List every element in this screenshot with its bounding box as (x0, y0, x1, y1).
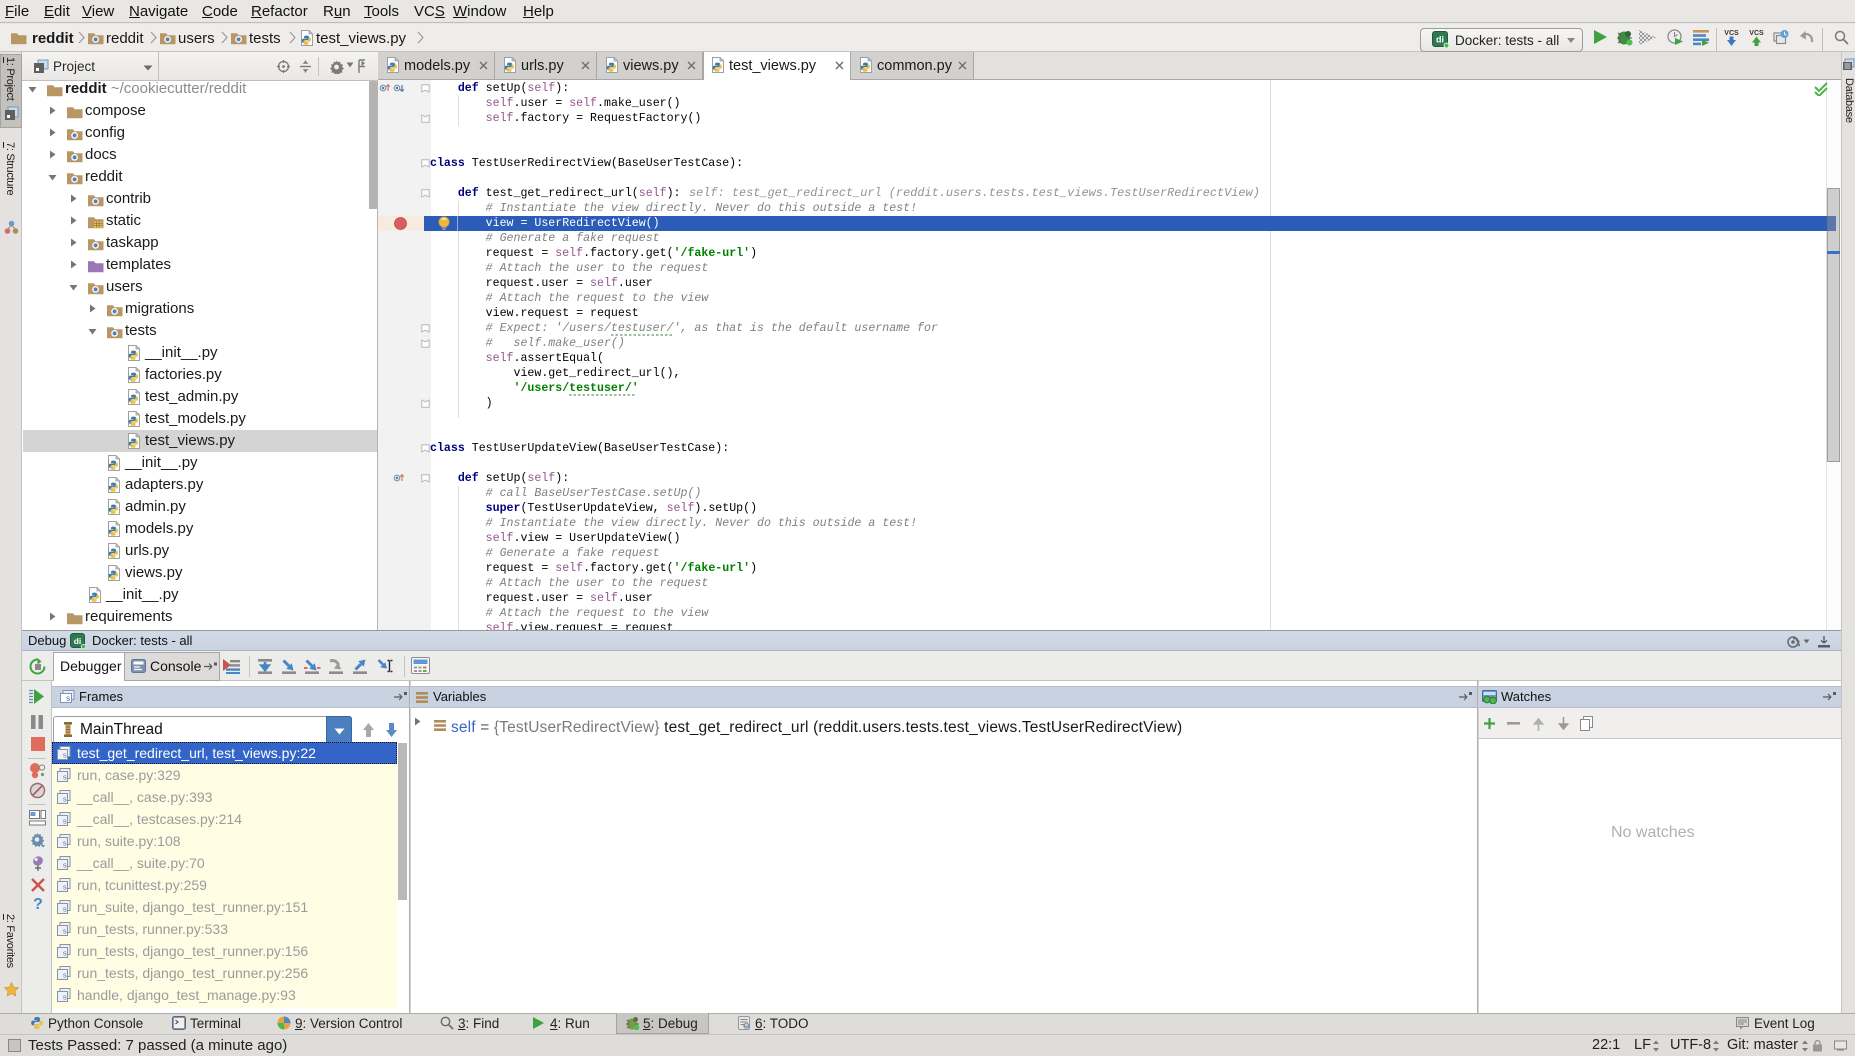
svg-text:s: s (63, 753, 68, 761)
svg-text:s: s (63, 797, 68, 805)
svg-text:VCS: VCS (1749, 30, 1764, 37)
svg-text:s: s (63, 841, 68, 849)
svg-text:s: s (63, 907, 68, 915)
svg-text:s: s (66, 695, 71, 704)
svg-text:VCS: VCS (1724, 30, 1739, 37)
svg-text:s: s (63, 973, 68, 981)
svg-text:s: s (63, 819, 68, 827)
svg-text:s: s (63, 995, 68, 1003)
svg-text:di: di (74, 636, 82, 646)
svg-text:s: s (63, 951, 68, 959)
svg-text:s: s (63, 775, 68, 783)
svg-text:s: s (63, 929, 68, 937)
svg-text:s: s (63, 885, 68, 893)
svg-text:s: s (63, 863, 68, 871)
svg-text:di: di (1436, 35, 1444, 45)
